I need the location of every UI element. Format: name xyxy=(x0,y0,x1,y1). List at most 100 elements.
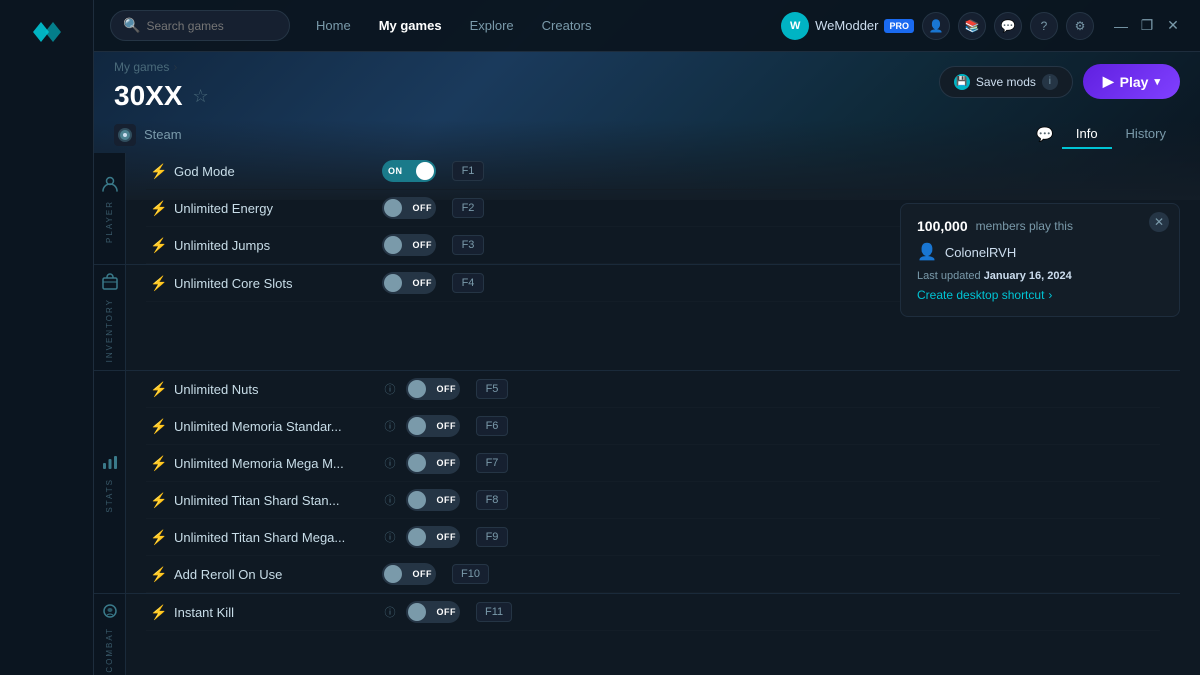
topbar-profile-btn[interactable]: 👤 xyxy=(922,12,950,40)
section-sidebar-combat-label: Combat xyxy=(105,627,114,673)
keybind-key[interactable]: F6 xyxy=(476,416,508,436)
save-icon: 💾 xyxy=(954,74,970,90)
section-sidebar-stats-label: Stats xyxy=(105,478,114,513)
maximize-btn[interactable]: ❐ xyxy=(1136,15,1158,37)
keybind-key[interactable]: F7 xyxy=(476,453,508,473)
keybind-key[interactable]: F11 xyxy=(476,602,512,622)
mod-info-unlimited-nuts[interactable]: ⓘ xyxy=(382,381,398,397)
chevron-right-icon: › xyxy=(1048,288,1052,302)
members-label: members play this xyxy=(976,219,1073,233)
toggle-god-mode[interactable]: ON xyxy=(382,160,436,182)
nav-home[interactable]: Home xyxy=(302,10,365,41)
play-button[interactable]: ▶ Play ▾ xyxy=(1083,64,1180,99)
mod-info-titan-mega[interactable]: ⓘ xyxy=(382,529,398,545)
pro-badge: PRO xyxy=(884,19,914,33)
play-label: Play xyxy=(1120,74,1149,90)
keybind-instant-kill: F11 xyxy=(476,602,512,622)
mod-name-add-reroll: Add Reroll On Use xyxy=(174,567,374,582)
toggle-label: OFF xyxy=(413,240,433,250)
toggle-unlimited-memoria-standard[interactable]: OFF xyxy=(406,415,460,437)
mod-lightning-icon: ⚡ xyxy=(150,529,166,546)
topbar-library-btn[interactable]: 📚 xyxy=(958,12,986,40)
keybind-key[interactable]: F4 xyxy=(452,273,484,293)
mod-lightning-icon: ⚡ xyxy=(150,200,166,217)
mod-info-instant-kill[interactable]: ⓘ xyxy=(382,604,398,620)
toggle-instant-kill[interactable]: OFF xyxy=(406,601,460,623)
minimize-btn[interactable]: — xyxy=(1110,15,1132,37)
mod-row-unlimited-titan-standard: ⚡ Unlimited Titan Shard Stan... ⓘ OFF F8 xyxy=(146,482,1160,519)
mod-name-unlimited-titan-mega: Unlimited Titan Shard Mega... xyxy=(174,530,374,545)
mod-info-memoria-standard[interactable]: ⓘ xyxy=(382,418,398,434)
player-section-icon xyxy=(101,175,119,196)
combat-section-icon xyxy=(101,602,119,623)
keybind-key[interactable]: F9 xyxy=(476,527,508,547)
mod-lightning-icon: ⚡ xyxy=(150,566,166,583)
toggle-label: OFF xyxy=(437,607,457,617)
breadcrumb-parent[interactable]: My games xyxy=(114,60,169,74)
keybind-key[interactable]: F2 xyxy=(452,198,484,218)
toggle-label: OFF xyxy=(413,203,433,213)
toggle-unlimited-energy[interactable]: OFF xyxy=(382,197,436,219)
mod-info-memoria-mega[interactable]: ⓘ xyxy=(382,455,398,471)
topbar: 🔍 Home My games Explore Creators W WeMod… xyxy=(94,0,1200,52)
tab-info[interactable]: Info xyxy=(1062,120,1112,149)
section-sidebar-stats: Stats xyxy=(94,371,126,593)
toggle-label: OFF xyxy=(437,532,457,542)
toggle-unlimited-core-slots[interactable]: OFF xyxy=(382,272,436,294)
breadcrumb-separator: › xyxy=(173,60,177,74)
author-name: ColonelRVH xyxy=(945,245,1016,260)
save-info-icon[interactable]: i xyxy=(1042,74,1058,90)
main-content: My games › 30XX ☆ 💾 Save mods i ▶ Play ▾ xyxy=(94,52,1200,675)
save-mods-button[interactable]: 💾 Save mods i xyxy=(939,66,1073,98)
toggle-unlimited-titan-mega[interactable]: OFF xyxy=(406,526,460,548)
keybind-god-mode: F1 xyxy=(452,161,484,181)
toggle-knob xyxy=(384,565,402,583)
topbar-settings-btn[interactable]: ⚙ xyxy=(1066,12,1094,40)
toggle-unlimited-nuts[interactable]: OFF xyxy=(406,378,460,400)
play-icon: ▶ xyxy=(1103,73,1114,90)
stats-mod-rows: ⚡ Unlimited Nuts ⓘ OFF F5 xyxy=(126,371,1180,593)
toggle-knob xyxy=(416,162,434,180)
mod-row-unlimited-memoria-standard: ⚡ Unlimited Memoria Standar... ⓘ OFF F6 xyxy=(146,408,1160,445)
favorite-icon[interactable]: ☆ xyxy=(193,86,209,107)
toggle-knob xyxy=(408,380,426,398)
keybind-key[interactable]: F1 xyxy=(452,161,484,181)
keybind-add-reroll: F10 xyxy=(452,564,489,584)
search-box[interactable]: 🔍 xyxy=(110,10,290,41)
app-logo[interactable] xyxy=(27,16,67,48)
platform-row: Steam 💬 Info History xyxy=(94,116,1200,153)
user-badge[interactable]: W WeModder PRO xyxy=(781,12,914,40)
keybind-key[interactable]: F8 xyxy=(476,490,508,510)
toggle-add-reroll[interactable]: OFF xyxy=(382,563,436,585)
keybind-key[interactable]: F3 xyxy=(452,235,484,255)
create-desktop-shortcut-link[interactable]: Create desktop shortcut › xyxy=(917,288,1163,302)
keybind-unlimited-titan-mega: F9 xyxy=(476,527,508,547)
mod-name-unlimited-memoria-standard: Unlimited Memoria Standar... xyxy=(174,419,374,434)
search-input[interactable] xyxy=(146,19,276,33)
mod-name-instant-kill: Instant Kill xyxy=(174,605,374,620)
mod-name-god-mode: God Mode xyxy=(174,164,374,179)
nav-my-games[interactable]: My games xyxy=(365,10,456,41)
toggle-unlimited-titan-standard[interactable]: OFF xyxy=(406,489,460,511)
mod-info-titan-standard[interactable]: ⓘ xyxy=(382,492,398,508)
nav-explore[interactable]: Explore xyxy=(456,10,528,41)
topbar-help-btn[interactable]: ? xyxy=(1030,12,1058,40)
info-author-row: 👤 ColonelRVH xyxy=(917,242,1163,262)
section-sidebar-player-label: Player xyxy=(105,200,114,243)
keybind-unlimited-titan-standard: F8 xyxy=(476,490,508,510)
toggle-unlimited-jumps[interactable]: OFF xyxy=(382,234,436,256)
tab-history[interactable]: History xyxy=(1112,120,1180,149)
mod-lightning-icon: ⚡ xyxy=(150,237,166,254)
toggle-label: OFF xyxy=(413,569,433,579)
desktop-link-label: Create desktop shortcut xyxy=(917,288,1044,302)
keybind-key[interactable]: F5 xyxy=(476,379,508,399)
keybind-key[interactable]: F10 xyxy=(452,564,489,584)
close-btn[interactable]: ✕ xyxy=(1162,15,1184,37)
mod-lightning-icon: ⚡ xyxy=(150,381,166,398)
nav-creators[interactable]: Creators xyxy=(528,10,606,41)
toggle-unlimited-memoria-mega[interactable]: OFF xyxy=(406,452,460,474)
play-chevron-icon: ▾ xyxy=(1154,75,1160,88)
topbar-discord-btn[interactable]: 💬 xyxy=(994,12,1022,40)
info-panel-close-button[interactable]: ✕ xyxy=(1149,212,1169,232)
toggle-label: ON xyxy=(388,166,403,176)
